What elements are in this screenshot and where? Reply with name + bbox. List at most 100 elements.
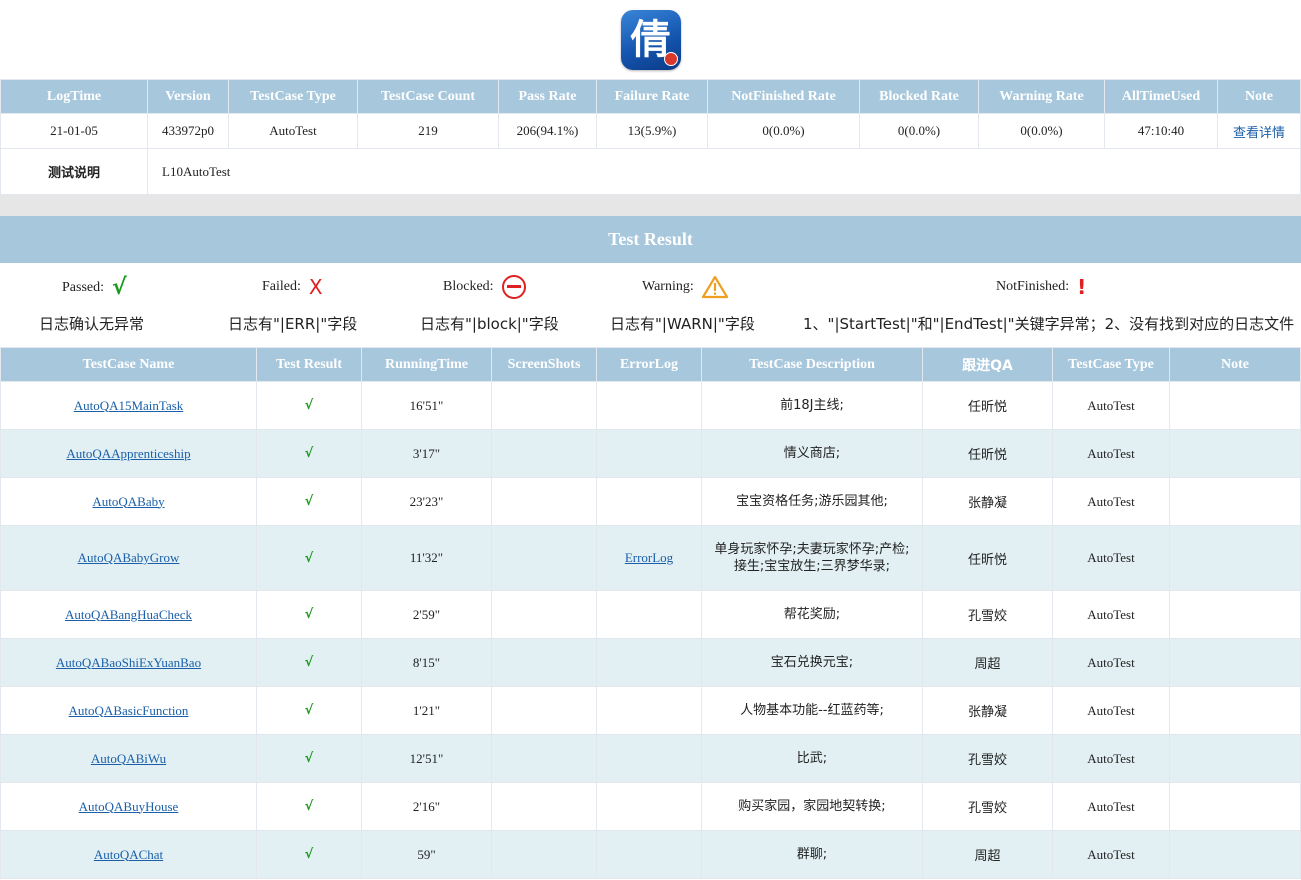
qa-owner: 任昕悦 bbox=[922, 381, 1053, 430]
testcase-name-link[interactable]: AutoQA15MainTask bbox=[74, 398, 184, 413]
qa-owner: 周超 bbox=[922, 830, 1053, 879]
summary-table: LogTime Version TestCase Type TestCase C… bbox=[0, 79, 1301, 195]
screenshots-cell bbox=[491, 381, 597, 430]
results-header-result: Test Result bbox=[256, 347, 362, 382]
summary-logtime: 21-01-05 bbox=[0, 113, 148, 149]
pass-check-icon: √ bbox=[256, 429, 362, 478]
summary-notfinished-rate: 0(0.0%) bbox=[707, 113, 860, 149]
testcase-name-cell: AutoQABaby bbox=[0, 477, 257, 526]
note-cell bbox=[1169, 686, 1301, 735]
testcase-name-link[interactable]: AutoQABasicFunction bbox=[69, 703, 189, 718]
summary-testcase-count: 219 bbox=[357, 113, 499, 149]
summary-header-failure-rate: Failure Rate bbox=[596, 79, 708, 114]
errorlog-cell bbox=[596, 638, 702, 687]
summary-header-version: Version bbox=[147, 79, 229, 114]
testcase-name-cell: AutoQABangHuaCheck bbox=[0, 590, 257, 639]
errorlog-cell bbox=[596, 590, 702, 639]
legend-passed-desc: 日志确认无异常 bbox=[39, 315, 145, 333]
legend-failed-desc: 日志有"|ERR|"字段 bbox=[228, 315, 358, 333]
screenshots-cell bbox=[491, 686, 597, 735]
testcase-name-cell: AutoQABuyHouse bbox=[0, 782, 257, 831]
testcase-name-cell: AutoQABaoShiExYuanBao bbox=[0, 638, 257, 687]
table-row: AutoQABaby √ 23'23" 宝宝资格任务;游乐园其他; 张静凝 Au… bbox=[0, 477, 1301, 526]
running-time: 1'21" bbox=[361, 686, 492, 735]
note-cell bbox=[1169, 429, 1301, 478]
pass-check-icon: √ bbox=[256, 638, 362, 687]
results-header-name: TestCase Name bbox=[0, 347, 257, 382]
testcase-type: AutoTest bbox=[1052, 734, 1170, 783]
legend-passed-label: Passed: bbox=[62, 279, 104, 295]
errorlog-cell bbox=[596, 782, 702, 831]
testcase-description: 人物基本功能--红蓝药等; bbox=[701, 686, 923, 735]
logo-area: 倩 bbox=[0, 0, 1301, 79]
running-time: 12'51" bbox=[361, 734, 492, 783]
summary-header-warning-rate: Warning Rate bbox=[978, 79, 1105, 114]
errorlog-cell: ErrorLog bbox=[596, 525, 702, 591]
screenshots-cell bbox=[491, 638, 597, 687]
summary-header-logtime: LogTime bbox=[0, 79, 148, 114]
table-row: AutoQABasicFunction √ 1'21" 人物基本功能--红蓝药等… bbox=[0, 686, 1301, 735]
testcase-type: AutoTest bbox=[1052, 686, 1170, 735]
running-time: 3'17" bbox=[361, 429, 492, 478]
running-time: 59" bbox=[361, 830, 492, 879]
testcase-name-link[interactable]: AutoQABangHuaCheck bbox=[65, 607, 192, 622]
legend-notfinished-label: NotFinished: bbox=[996, 279, 1070, 294]
exclamation-icon: ! bbox=[1077, 275, 1087, 299]
testcase-description: 比武; bbox=[701, 734, 923, 783]
qa-owner: 孔雪姣 bbox=[922, 782, 1053, 831]
table-row: AutoQA15MainTask √ 16'51" 前18J主线; 任昕悦 Au… bbox=[0, 381, 1301, 430]
testcase-name-cell: AutoQAApprenticeship bbox=[0, 429, 257, 478]
note-cell bbox=[1169, 381, 1301, 430]
testcase-name-link[interactable]: AutoQABaby bbox=[92, 494, 164, 509]
legend-warning: Warning: bbox=[642, 275, 728, 299]
errorlog-link[interactable]: ErrorLog bbox=[625, 550, 673, 565]
summary-header-testcase-count: TestCase Count bbox=[357, 79, 499, 114]
qa-owner: 张静凝 bbox=[922, 477, 1053, 526]
view-details-link[interactable]: 查看详情 bbox=[1233, 126, 1285, 141]
table-row: AutoQABiWu √ 12'51" 比武; 孔雪姣 AutoTest bbox=[0, 734, 1301, 783]
results-header-note: Note bbox=[1169, 347, 1301, 382]
testcase-description: 前18J主线; bbox=[701, 381, 923, 430]
note-cell bbox=[1169, 477, 1301, 526]
errorlog-cell bbox=[596, 429, 702, 478]
testcase-name-link[interactable]: AutoQAChat bbox=[94, 847, 163, 862]
legend-blocked: Blocked: bbox=[443, 275, 526, 299]
screenshots-cell bbox=[491, 782, 597, 831]
summary-header-pass-rate: Pass Rate bbox=[498, 79, 597, 114]
testcase-description: 购买家园，家园地契转换; bbox=[701, 782, 923, 831]
screenshots-cell bbox=[491, 590, 597, 639]
summary-note-cell: 查看详情 bbox=[1217, 113, 1301, 149]
testcase-name-link[interactable]: AutoQAApprenticeship bbox=[66, 446, 190, 461]
results-header-description: TestCase Description bbox=[701, 347, 923, 382]
testcase-description: 情义商店; bbox=[701, 429, 923, 478]
results-header-type: TestCase Type bbox=[1052, 347, 1170, 382]
testcase-name-link[interactable]: AutoQABaoShiExYuanBao bbox=[56, 655, 201, 670]
running-time: 8'15" bbox=[361, 638, 492, 687]
pass-check-icon: √ bbox=[256, 686, 362, 735]
pass-check-icon: √ bbox=[256, 381, 362, 430]
testcase-type: AutoTest bbox=[1052, 381, 1170, 430]
summary-header-blocked-rate: Blocked Rate bbox=[859, 79, 979, 114]
summary-desc-row: 测试说明 L10AutoTest bbox=[0, 148, 1301, 195]
testcase-name-link[interactable]: AutoQABiWu bbox=[91, 751, 166, 766]
pass-check-icon: √ bbox=[256, 734, 362, 783]
test-desc-value: L10AutoTest bbox=[147, 148, 1301, 195]
errorlog-cell bbox=[596, 686, 702, 735]
testcase-type: AutoTest bbox=[1052, 477, 1170, 526]
errorlog-cell bbox=[596, 381, 702, 430]
summary-testcase-type: AutoTest bbox=[228, 113, 358, 149]
pass-check-icon: √ bbox=[256, 830, 362, 879]
qa-owner: 孔雪姣 bbox=[922, 734, 1053, 783]
summary-header-note: Note bbox=[1217, 79, 1301, 114]
testcase-name-link[interactable]: AutoQABabyGrow bbox=[78, 550, 180, 565]
table-row: AutoQABangHuaCheck √ 2'59" 帮花奖励; 孔雪姣 Aut… bbox=[0, 590, 1301, 639]
note-cell bbox=[1169, 590, 1301, 639]
running-time: 2'59" bbox=[361, 590, 492, 639]
note-cell bbox=[1169, 830, 1301, 879]
testcase-name-link[interactable]: AutoQABuyHouse bbox=[79, 799, 179, 814]
summary-warning-rate: 0(0.0%) bbox=[978, 113, 1105, 149]
note-cell bbox=[1169, 638, 1301, 687]
legend-notfinished-desc: 1、"|StartTest|"和"|EndTest|"关键字异常；2、没有找到对… bbox=[803, 315, 1295, 333]
result-legend: Passed: √ Failed: X Blocked: Warning: No… bbox=[0, 263, 1301, 347]
summary-data-row: 21-01-05 433972p0 AutoTest 219 206(94.1%… bbox=[0, 113, 1301, 149]
